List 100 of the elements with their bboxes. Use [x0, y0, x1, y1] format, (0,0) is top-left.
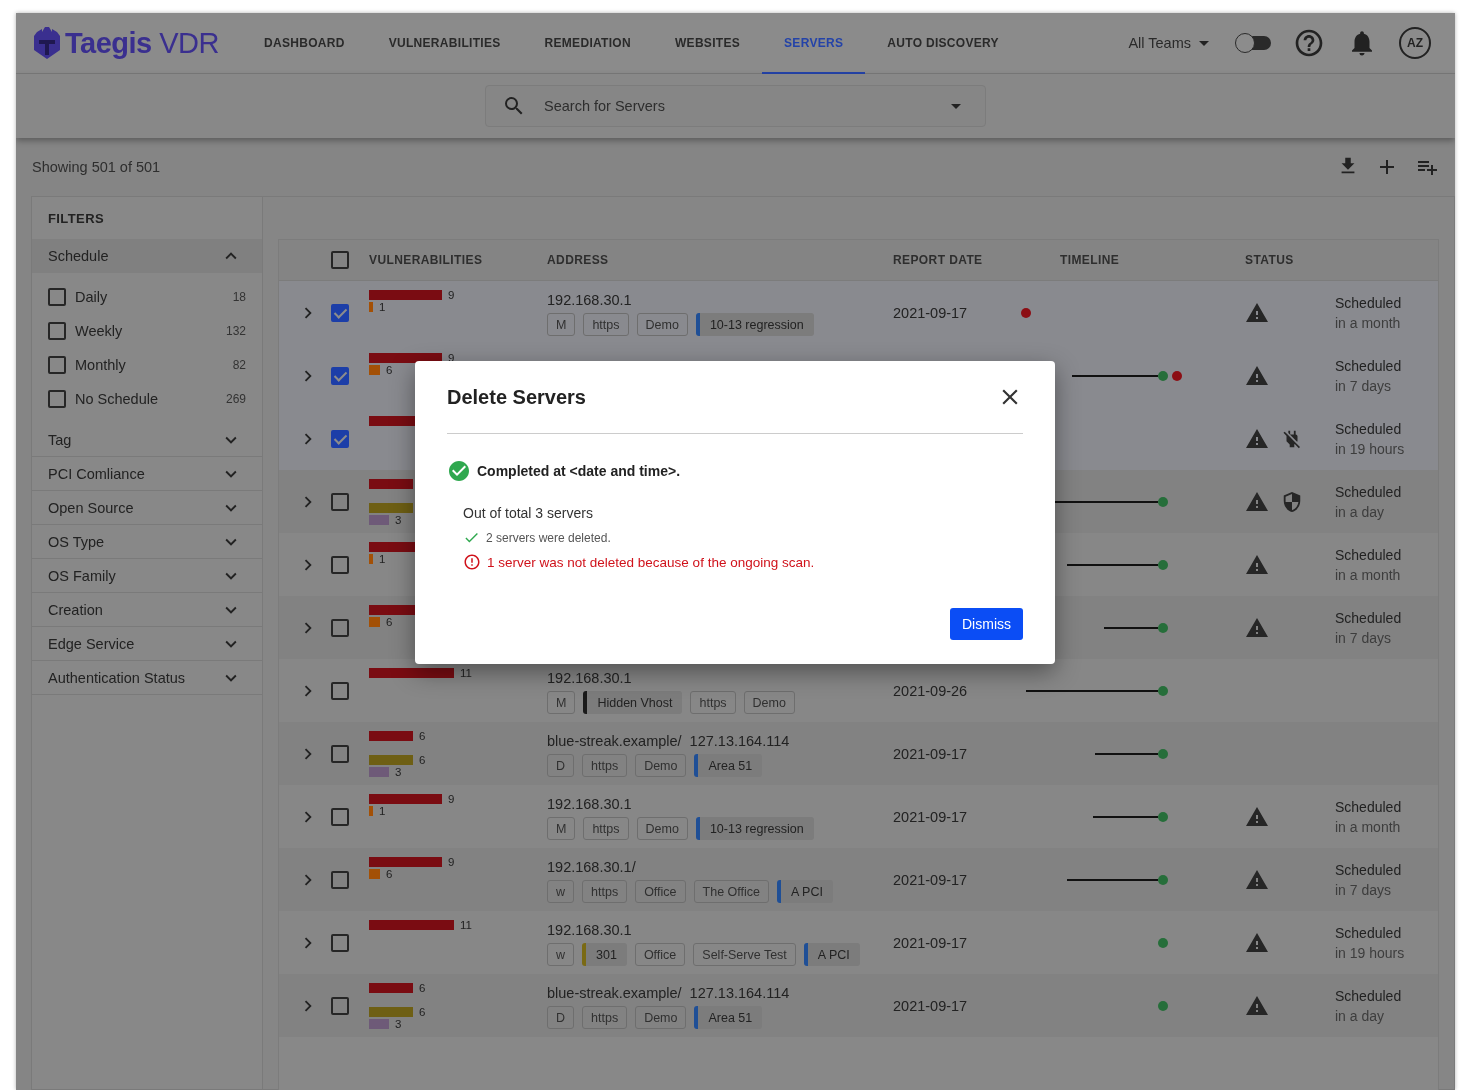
schedule-time: in a month	[1335, 817, 1402, 837]
tag: Area 51	[694, 1006, 763, 1029]
tag: Office	[635, 880, 686, 903]
vulnerability-count: 6	[419, 731, 426, 741]
column-header: VULNERABILITIES	[369, 253, 484, 267]
schedule-status: Scheduled	[1335, 545, 1403, 565]
schedule-status: Scheduled	[1335, 797, 1403, 817]
vulnerability-count: 3	[395, 515, 402, 525]
success-text: 2 servers were deleted.	[486, 530, 611, 545]
tag: The Office	[693, 880, 769, 903]
error-text: 1 server was not deleted because of the ongoing scan.	[487, 554, 815, 570]
tag: 10-13 regression	[695, 313, 814, 336]
tag: M	[547, 691, 576, 714]
address-text: 127.13.164.114	[689, 733, 790, 749]
tag: 301	[582, 943, 627, 966]
filters-title: FILTERS	[47, 209, 105, 228]
schedule-time: in 7 days	[1335, 880, 1393, 900]
report-date: 2021-09-17	[893, 997, 968, 1014]
schedule-status: Scheduled	[1335, 986, 1403, 1006]
report-date: 2021-09-17	[893, 304, 968, 321]
tag: D	[547, 1006, 575, 1029]
completed-message: Completed at <date and time>.	[477, 463, 681, 479]
column-header: STATUS	[1245, 253, 1295, 267]
report-date: 2021-09-26	[893, 682, 968, 699]
tag: Demo	[636, 313, 688, 336]
vulnerability-count: 3	[395, 1019, 402, 1029]
address-text: 192.168.30.1	[547, 292, 632, 308]
schedule-time: in 19 hours	[1335, 943, 1406, 963]
schedule-time: in a day	[1335, 502, 1386, 522]
tag: Demo	[743, 691, 795, 714]
report-date: 2021-09-17	[893, 934, 968, 951]
results-count: Showing 501 of 501	[32, 159, 161, 175]
schedule-status: Scheduled	[1335, 293, 1403, 313]
tag: w	[547, 880, 575, 903]
address-text: blue-streak.example/	[547, 733, 682, 749]
column-header: REPORT DATE	[893, 253, 984, 267]
vulnerability-count: 3	[395, 767, 402, 777]
schedule-status: Scheduled	[1335, 608, 1403, 628]
tag: https	[583, 817, 629, 840]
tag: Hidden Vhost	[583, 691, 683, 714]
address-text: 192.168.30.1	[547, 796, 632, 812]
schedule-status: Scheduled	[1335, 860, 1403, 880]
report-date: 2021-09-17	[893, 745, 968, 762]
schedule-status: Scheduled	[1335, 482, 1403, 502]
report-date: 2021-09-17	[893, 871, 968, 888]
summary-text: Out of total 3 servers	[463, 505, 593, 521]
dialog-title: Delete Servers	[447, 385, 586, 409]
vulnerability-count: 6	[386, 365, 393, 375]
filter-count: 269	[225, 392, 246, 406]
schedule-time: in 19 hours	[1335, 439, 1406, 459]
vulnerability-count: 11	[460, 920, 472, 930]
tag: Area 51	[694, 754, 763, 777]
tag: https	[582, 754, 628, 777]
schedule-status: Scheduled	[1335, 923, 1403, 943]
address-text: 127.13.164.114	[689, 985, 790, 1001]
vulnerability-count: 6	[386, 617, 393, 627]
address-text: 192.168.30.1	[547, 670, 632, 686]
tag: M	[547, 817, 576, 840]
vulnerability-count: 1	[379, 806, 386, 816]
schedule-status: Scheduled	[1335, 419, 1403, 439]
vulnerability-count: 1	[379, 302, 386, 312]
vulnerability-count: 11	[460, 668, 472, 678]
schedule-time: in a month	[1335, 313, 1402, 333]
vulnerability-count: 6	[419, 1007, 426, 1017]
address-text: 192.168.30.1/	[547, 859, 636, 875]
schedule-time: in 7 days	[1335, 628, 1393, 648]
tag: https	[690, 691, 736, 714]
vulnerability-count: 9	[448, 794, 455, 804]
tag: M	[547, 313, 576, 336]
tag: 10-13 regression	[695, 817, 814, 840]
address-text: blue-streak.example/	[547, 985, 682, 1001]
tag: https	[582, 880, 628, 903]
vulnerability-count: 6	[419, 983, 426, 993]
vulnerability-count: 9	[448, 290, 455, 300]
vulnerability-count: 9	[448, 857, 455, 867]
address-text: 192.168.30.1	[547, 922, 632, 938]
tag: Self-Serve Test	[693, 943, 796, 966]
logo-text: Taegis VDR	[65, 26, 219, 60]
tag: https	[583, 313, 629, 336]
column-header: TIMELINE	[1059, 253, 1121, 267]
tag: Demo	[636, 817, 688, 840]
tag: Demo	[635, 1006, 687, 1029]
filter-count: 82	[232, 358, 246, 372]
filter-count: 132	[225, 324, 246, 338]
schedule-time: in a day	[1335, 1006, 1386, 1026]
schedule-time: in a month	[1335, 565, 1402, 585]
schedule-time: in 7 days	[1335, 376, 1393, 396]
vulnerability-count: 6	[419, 755, 426, 765]
tag: w	[547, 943, 575, 966]
schedule-status: Scheduled	[1335, 356, 1403, 376]
vulnerability-count: 6	[386, 869, 393, 879]
tag: https	[582, 1006, 628, 1029]
report-date: 2021-09-17	[893, 808, 968, 825]
column-header: ADDRESS	[547, 253, 610, 267]
tag: Demo	[635, 754, 687, 777]
vulnerability-count: 1	[379, 554, 386, 564]
tag: Office	[634, 943, 686, 966]
tag: A PCI	[777, 880, 833, 903]
tag: A PCI	[803, 943, 860, 966]
filter-count: 18	[232, 290, 246, 304]
